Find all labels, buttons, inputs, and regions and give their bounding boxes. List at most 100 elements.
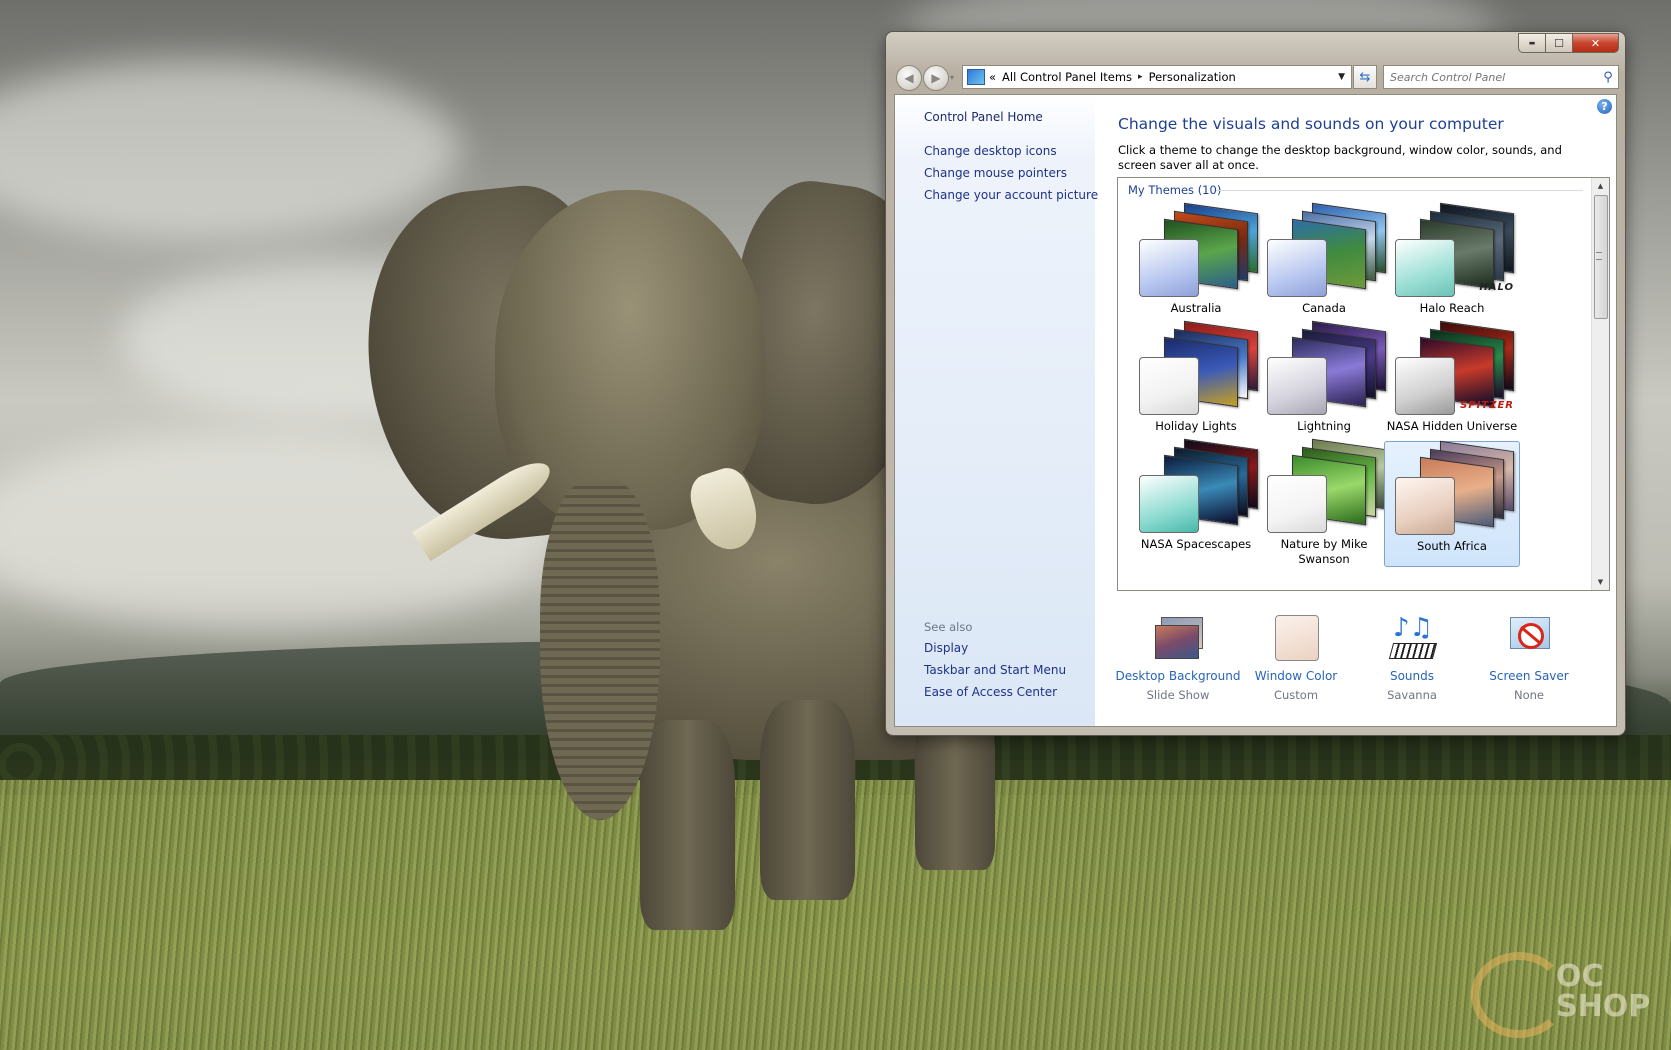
spitzer-brand-logo: SPITZER <box>1460 400 1514 411</box>
search-box[interactable]: ⚲ <box>1383 65 1619 89</box>
theme-window-color-swatch <box>1267 357 1327 415</box>
scroll-down-icon[interactable]: ▼ <box>1592 574 1609 590</box>
theme-tile-holiday-lights[interactable]: Holiday Lights <box>1129 320 1263 446</box>
taskbar-start-menu-link[interactable]: Taskbar and Start Menu <box>924 663 1066 677</box>
page-description: Click a theme to change the desktop back… <box>1118 143 1562 172</box>
page-title: Change the visuals and sounds on your co… <box>1118 115 1504 133</box>
theme-label: Halo Reach <box>1419 301 1485 315</box>
forward-button[interactable]: ▶ <box>923 65 949 91</box>
theme-label: South Africa <box>1417 539 1487 553</box>
theme-window-color-swatch <box>1267 475 1327 533</box>
my-themes-group-label: My Themes (10) <box>1128 183 1222 197</box>
watermark-text: OC SHOP <box>1556 959 1651 1024</box>
theme-tile-nasa-spacescapes[interactable]: NASA Spacescapes <box>1129 438 1263 564</box>
content-area: Control Panel Home Change desktop icons … <box>894 94 1617 727</box>
scroll-up-icon[interactable]: ▲ <box>1592 178 1609 194</box>
close-icon: ✕ <box>1590 36 1601 50</box>
elephant-leg <box>640 720 735 930</box>
search-icon[interactable]: ⚲ <box>1598 70 1618 85</box>
back-arrow-icon: ◀ <box>904 71 914 85</box>
theme-tile-nasa-hidden-universe[interactable]: SPITZER NASA Hidden Universe <box>1385 320 1519 446</box>
caption-buttons: ▬ ☐ ✕ <box>1518 33 1619 53</box>
control-panel-home-link[interactable]: Control Panel Home <box>924 110 1043 124</box>
navigation-bar: ◀ ▶ ▾ « All Control Panel Items ▸ Person… <box>894 65 1619 91</box>
back-button[interactable]: ◀ <box>896 65 922 91</box>
elephant-leg <box>760 700 855 900</box>
minimize-icon: ▬ <box>1528 39 1536 47</box>
theme-window-color-swatch <box>1139 239 1199 297</box>
theme-label: Nature by Mike Swanson <box>1280 537 1368 566</box>
photo-stack-front <box>1155 625 1199 659</box>
desktop-background-button[interactable]: Desktop Background Slide Show <box>1113 615 1243 702</box>
sounds-icon: ♪♫ <box>1387 613 1438 661</box>
theme-tile-australia[interactable]: Australia <box>1129 202 1263 328</box>
ease-of-access-link[interactable]: Ease of Access Center <box>924 685 1057 699</box>
screen-saver-label: Screen Saver <box>1489 669 1569 683</box>
watermark-logo: OC SHOP <box>1461 912 1651 1038</box>
halo-brand-logo: HALO <box>1479 282 1514 293</box>
forward-arrow-icon: ▶ <box>931 71 941 85</box>
group-divider <box>1216 190 1583 191</box>
breadcrumb-all-control-panel-items[interactable]: All Control Panel Items <box>1002 70 1132 84</box>
sounds-button[interactable]: ♪♫ Sounds Savanna <box>1347 615 1477 702</box>
minimize-button[interactable]: ▬ <box>1518 33 1546 53</box>
window-color-label: Window Color <box>1254 669 1338 683</box>
theme-window-color-swatch <box>1139 475 1199 533</box>
address-bar[interactable]: « All Control Panel Items ▸ Personalizat… <box>962 65 1352 89</box>
music-notes-icon: ♪♫ <box>1393 613 1433 643</box>
control-panel-icon <box>967 69 985 85</box>
breadcrumb-separator-icon[interactable]: ▸ <box>1138 72 1143 82</box>
sounds-label: Sounds <box>1389 669 1435 683</box>
theme-tile-halo-reach[interactable]: HALO Halo Reach <box>1385 202 1519 328</box>
personalization-window: ▬ ☐ ✕ ◀ ▶ ▾ « All Control Panel Items ▸ … <box>886 32 1625 735</box>
screen-saver-icon <box>1504 615 1554 661</box>
breadcrumb-personalization[interactable]: Personalization <box>1149 70 1236 84</box>
cloud <box>0 60 460 240</box>
theme-label: Australia <box>1170 301 1222 315</box>
theme-window-color-swatch <box>1267 239 1327 297</box>
recent-pages-dropdown[interactable]: ▾ <box>950 73 954 82</box>
theme-window-color-swatch <box>1395 477 1455 535</box>
desktop-background-value: Slide Show <box>1146 688 1210 702</box>
piano-keys-icon <box>1388 643 1438 659</box>
theme-label: Lightning <box>1297 419 1351 433</box>
window-color-button[interactable]: Window Color Custom <box>1231 615 1361 702</box>
screen-saver-value: None <box>1513 688 1544 702</box>
task-pane: Control Panel Home Change desktop icons … <box>895 95 1098 726</box>
address-dropdown-icon[interactable]: ▼ <box>1338 72 1345 82</box>
theme-label: NASA Spacescapes <box>1140 537 1252 551</box>
address-overflow-chevron[interactable]: « <box>989 70 996 84</box>
change-account-picture-link[interactable]: Change your account picture <box>924 188 1098 202</box>
theme-tile-lightning[interactable]: Lightning <box>1257 320 1391 446</box>
screen-saver-button[interactable]: Screen Saver None <box>1464 615 1594 702</box>
theme-label: Holiday Lights <box>1155 419 1237 433</box>
change-desktop-icons-link[interactable]: Change desktop icons <box>924 144 1057 158</box>
search-input[interactable] <box>1384 69 1598 85</box>
theme-tile-canada[interactable]: Canada <box>1257 202 1391 328</box>
window-color-value: Custom <box>1273 688 1319 702</box>
desktop-background-icon <box>1153 615 1203 661</box>
close-button[interactable]: ✕ <box>1573 33 1619 53</box>
maximize-button[interactable]: ☐ <box>1546 33 1573 53</box>
desktop-background-label: Desktop Background <box>1115 669 1241 683</box>
change-mouse-pointers-link[interactable]: Change mouse pointers <box>924 166 1067 180</box>
window-color-icon <box>1271 615 1321 661</box>
watermark-ring-icon <box>1471 952 1567 1038</box>
theme-window-color-swatch <box>1395 239 1455 297</box>
themes-list[interactable]: My Themes (10) Australia Canada HALO Hal… <box>1117 177 1610 591</box>
maximize-icon: ☐ <box>1554 36 1564 50</box>
display-link[interactable]: Display <box>924 641 968 655</box>
theme-window-color-swatch <box>1139 357 1199 415</box>
refresh-icon: ⇆ <box>1359 69 1371 85</box>
elephant-trunk <box>540 480 660 820</box>
refresh-button[interactable]: ⇆ <box>1353 65 1377 89</box>
color-swatch <box>1275 615 1319 661</box>
theme-tile-nature-by-mike-swanson[interactable]: Nature by Mike Swanson <box>1257 438 1391 566</box>
themes-scrollbar[interactable]: ▲ ▼ <box>1591 178 1609 590</box>
theme-window-color-swatch <box>1395 357 1455 415</box>
theme-tile-south-africa[interactable]: South Africa <box>1384 440 1520 567</box>
sounds-value: Savanna <box>1387 688 1437 702</box>
theme-label: NASA Hidden Universe <box>1386 419 1518 433</box>
help-icon[interactable]: ? <box>1597 99 1612 114</box>
theme-label: Canada <box>1302 301 1346 315</box>
